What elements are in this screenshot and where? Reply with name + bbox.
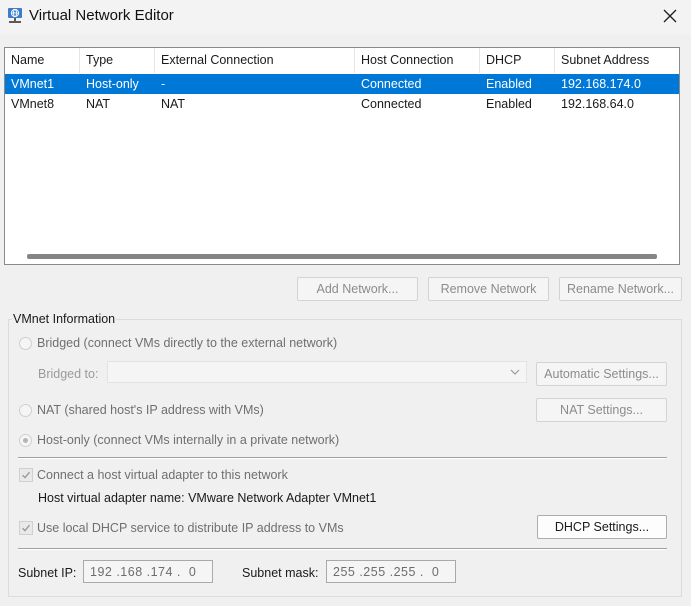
column-header-subnet-address[interactable]: Subnet Address [555,48,679,73]
dhcp-label: Use local DHCP service to distribute IP … [37,521,344,535]
bridged-radio[interactable] [19,337,32,350]
column-header-name[interactable]: Name [5,48,80,73]
automatic-settings-button[interactable]: Automatic Settings... [536,362,667,386]
checkmark-icon [22,471,31,479]
separator [18,548,667,550]
remove-network-button[interactable]: Remove Network [428,277,549,301]
dhcp-checkbox[interactable] [19,521,33,535]
network-globe-icon [8,8,22,23]
window-title: Virtual Network Editor [29,7,174,24]
cell-external-connection: - [161,77,166,91]
rename-network-button[interactable]: Rename Network... [559,277,682,301]
subnet-mask-input[interactable]: 255 .255 .255 . 0 [326,560,456,583]
cell-dhcp: Enabled [486,77,532,91]
adapter-name-label: Host virtual adapter name: VMware Networ… [38,491,377,505]
nat-radio[interactable] [19,404,32,417]
cell-name: VMnet1 [11,77,55,91]
nat-settings-button[interactable]: NAT Settings... [536,398,667,422]
horizontal-scrollbar[interactable] [27,254,657,259]
virtual-network-editor-window: Virtual Network Editor Name Type Externa… [0,0,691,606]
column-header-host-connection[interactable]: Host Connection [355,48,480,73]
cell-type: NAT [86,97,111,111]
subnet-ip-input[interactable]: 192 .168 .174 . 0 [83,560,213,583]
bridged-to-label: Bridged to: [38,367,99,381]
host-only-radio[interactable] [19,434,32,447]
cell-external-connection: NAT [161,97,186,111]
table-row[interactable]: VMnet1 Host-only - Connected Enabled 192… [5,74,679,94]
vmnet-information-title: VMnet Information [12,312,117,326]
nat-label: NAT (shared host's IP address with VMs) [37,403,264,417]
cell-name: VMnet8 [11,97,55,111]
cell-dhcp: Enabled [486,97,532,111]
bridged-to-select[interactable] [107,361,527,383]
column-header-external-connection[interactable]: External Connection [155,48,355,73]
cell-subnet-address: 192.168.174.0 [561,77,641,91]
cell-type: Host-only [86,77,139,91]
table-row[interactable]: VMnet8 NAT NAT Connected Enabled 192.168… [5,94,679,114]
networks-list[interactable]: Name Type External Connection Host Conne… [4,47,680,265]
close-icon [663,9,676,23]
cell-host-connection: Connected [361,97,422,111]
subnet-ip-label: Subnet IP: [18,566,77,580]
column-header-dhcp[interactable]: DHCP [480,48,555,73]
separator [18,457,667,459]
title-bar: Virtual Network Editor [0,0,691,34]
connect-adapter-checkbox[interactable] [19,468,33,482]
connect-adapter-label: Connect a host virtual adapter to this n… [37,468,288,482]
cell-host-connection: Connected [361,77,422,91]
dhcp-settings-button[interactable]: DHCP Settings... [537,515,667,539]
host-only-label: Host-only (connect VMs internally in a p… [37,433,340,447]
list-header: Name Type External Connection Host Conne… [5,48,679,73]
subnet-mask-label: Subnet mask: [242,566,319,580]
cell-subnet-address: 192.168.64.0 [561,97,634,111]
add-network-button[interactable]: Add Network... [297,277,418,301]
checkmark-icon [22,524,31,532]
column-header-type[interactable]: Type [80,48,155,73]
bridged-label: Bridged (connect VMs directly to the ext… [37,336,338,350]
chevron-down-icon [510,369,520,375]
close-button[interactable] [648,0,691,32]
